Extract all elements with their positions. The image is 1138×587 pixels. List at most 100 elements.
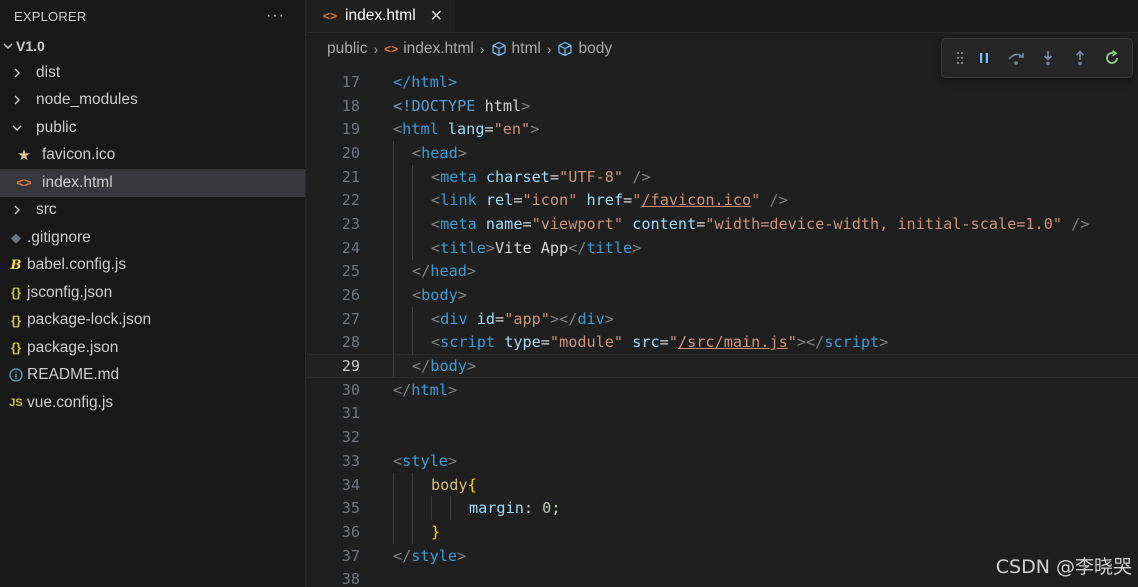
- code-link[interactable]: /src/main.js: [678, 333, 788, 351]
- tab-label: index.html: [345, 7, 416, 24]
- line-number: 30: [341, 380, 360, 399]
- code-line: 25 </head>: [307, 259, 1138, 284]
- code-token: "module": [549, 333, 624, 352]
- code-line: 20 <head>: [307, 141, 1138, 165]
- line-number: 21: [341, 167, 360, 186]
- code-link[interactable]: /favicon.ico: [641, 191, 751, 209]
- tree-file-favicon[interactable]: ★ favicon.ico: [0, 142, 305, 170]
- line-number: 31: [341, 404, 360, 423]
- line-number: 24: [341, 238, 360, 257]
- html-icon: <>: [16, 175, 32, 191]
- more-actions-icon[interactable]: ···: [266, 7, 285, 25]
- code-token: body: [431, 475, 468, 494]
- code-token: content: [632, 214, 697, 233]
- tree-file-jsconfig[interactable]: {} jsconfig.json: [0, 279, 305, 307]
- chevron-right-icon: ›: [373, 41, 379, 57]
- babel-icon: B: [10, 257, 22, 273]
- tree-file-package-json[interactable]: {} package.json: [0, 334, 305, 362]
- html-icon: <>: [323, 9, 338, 23]
- tree-item-label: vue.config.js: [27, 393, 114, 411]
- chevron-right-icon: ›: [479, 41, 485, 57]
- code-line: 26 <body>: [307, 283, 1138, 307]
- json-icon: {}: [10, 312, 22, 328]
- tree-file-package-lock[interactable]: {} package-lock.json: [0, 307, 305, 335]
- line-number: 17: [341, 72, 360, 91]
- tree-item-label: package.json: [27, 338, 119, 356]
- code-line: 28 <script type="module" src="/src/main.…: [307, 330, 1138, 355]
- code-token: </html>: [393, 72, 458, 91]
- close-icon[interactable]: ✕: [430, 6, 443, 26]
- code-line: 23 <meta name="viewport" content="width=…: [307, 212, 1138, 236]
- json-icon: {}: [10, 285, 22, 301]
- tree-item-label: README.md: [27, 366, 120, 384]
- code-token: src: [632, 333, 660, 352]
- pause-icon[interactable]: [968, 44, 1000, 72]
- line-number: 32: [341, 428, 360, 447]
- info-icon: [8, 368, 24, 382]
- code-token: html: [475, 96, 522, 115]
- tree-item-label: node_modules: [36, 91, 138, 109]
- code-token: charset: [485, 167, 550, 186]
- step-over-icon[interactable]: [1000, 44, 1032, 72]
- code-line: 22 <link rel="icon" href="/favicon.ico" …: [307, 188, 1138, 213]
- tree-folder-public[interactable]: public: [0, 114, 305, 142]
- star-icon: ★: [17, 147, 31, 165]
- code-line: 19 <html lang="en">: [307, 117, 1138, 141]
- chevron-right-icon: ›: [546, 41, 552, 57]
- chevron-right-icon: [10, 205, 24, 215]
- tree-file-vue-config[interactable]: JS vue.config.js: [0, 389, 305, 417]
- code-token: id: [476, 309, 496, 328]
- drag-grip-icon[interactable]: [952, 44, 968, 72]
- step-out-icon[interactable]: [1064, 44, 1096, 72]
- code-token: "viewport": [531, 214, 624, 233]
- code-editor[interactable]: 17 </html> 18 <<!DOCTYPE html> 19 <html …: [307, 70, 1138, 587]
- code-token: "en": [493, 120, 531, 139]
- chevron-right-icon: [10, 68, 24, 78]
- code-line: 27 <div id="app"></div>: [307, 306, 1138, 331]
- code-line-current: 29 </body>: [307, 354, 1138, 378]
- code-token: "app": [504, 309, 550, 328]
- line-number: 29: [341, 357, 360, 376]
- chevron-down-icon: [2, 41, 14, 51]
- tab-bar: <> index.html ✕: [307, 0, 1138, 33]
- git-icon: ◆: [11, 229, 21, 245]
- workspace-root-label: V1.0: [16, 37, 45, 54]
- breadcrumb-symbol-body[interactable]: body: [578, 40, 612, 58]
- tree-file-gitignore[interactable]: ◆ .gitignore: [0, 224, 305, 252]
- tree-folder-src[interactable]: src: [0, 197, 305, 225]
- chevron-down-icon: [10, 123, 24, 133]
- cube-icon: [491, 41, 507, 57]
- line-number: 38: [341, 570, 360, 587]
- tree-folder-dist[interactable]: dist: [0, 59, 305, 87]
- code-token: type: [504, 333, 541, 352]
- line-number: 28: [341, 333, 360, 352]
- tree-folder-node-modules[interactable]: node_modules: [0, 87, 305, 115]
- tab-index-html[interactable]: <> index.html ✕: [307, 0, 455, 32]
- breadcrumb-folder[interactable]: public: [327, 40, 368, 58]
- line-number: 35: [341, 499, 360, 518]
- tree-file-babel-config[interactable]: B babel.config.js: [0, 252, 305, 280]
- tree-item-label: index.html: [42, 173, 113, 191]
- line-number: 20: [341, 143, 360, 162]
- chevron-right-icon: [10, 95, 24, 105]
- tree-item-label: public: [36, 118, 77, 136]
- line-number: 36: [341, 522, 360, 541]
- code-line: 21 <meta charset="UTF-8" />: [307, 164, 1138, 189]
- code-line: 18 <<!DOCTYPE html>: [307, 94, 1138, 118]
- breadcrumb-file[interactable]: index.html: [403, 40, 474, 58]
- restart-icon[interactable]: [1096, 44, 1128, 72]
- code-line: 36 }: [307, 520, 1138, 544]
- line-number: 34: [341, 475, 360, 494]
- code-line: 30 </html>: [307, 378, 1138, 402]
- html-icon: <>: [384, 42, 399, 56]
- tree-file-index-html[interactable]: <> index.html: [0, 169, 305, 197]
- code-line: 24 <title>Vite App</title>: [307, 235, 1138, 260]
- step-into-icon[interactable]: [1032, 44, 1064, 72]
- breadcrumb-symbol-html[interactable]: html: [512, 40, 541, 58]
- tree-file-readme[interactable]: README.md: [0, 362, 305, 390]
- line-number: 25: [341, 262, 360, 281]
- editor-area: <> index.html ✕ public › <> index.html ›…: [307, 0, 1138, 587]
- line-number: 19: [341, 120, 360, 139]
- workspace-root[interactable]: V1.0: [0, 32, 305, 59]
- code-line: 31: [307, 402, 1138, 426]
